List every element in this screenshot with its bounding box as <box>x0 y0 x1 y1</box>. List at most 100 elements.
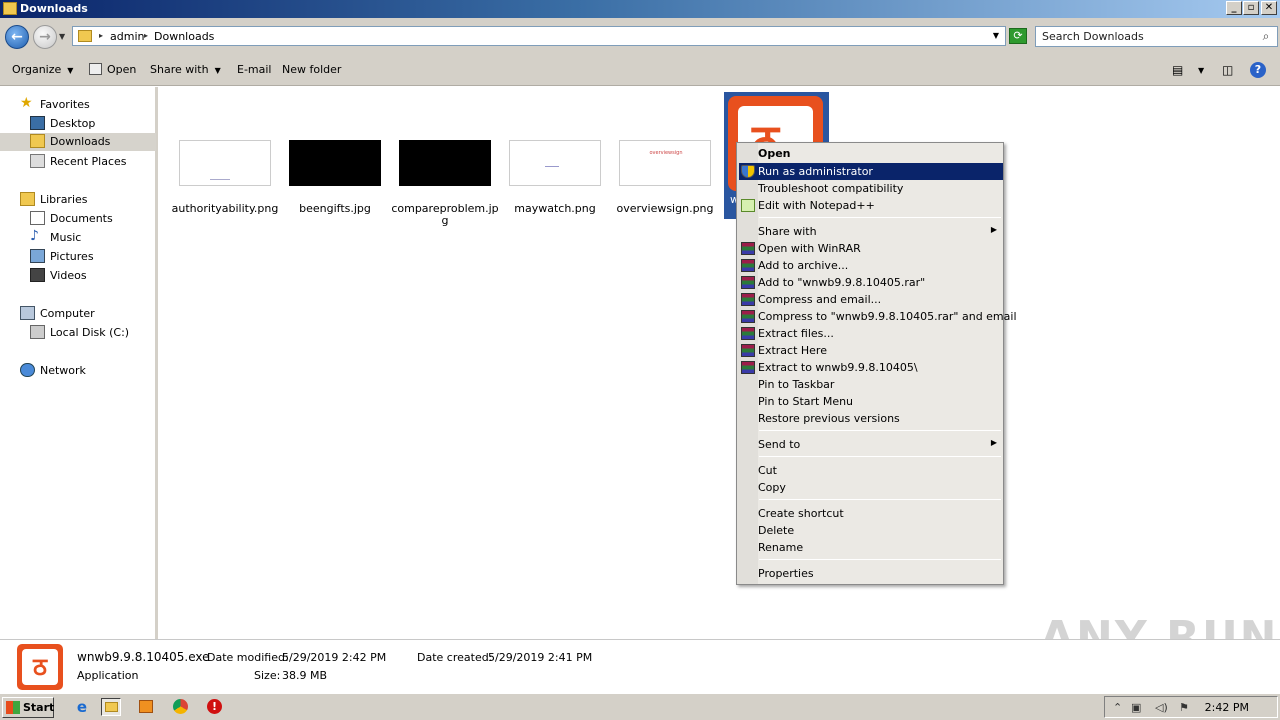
menu-label: Pin to Start Menu <box>758 395 854 408</box>
clock[interactable]: 2:42 PM <box>1205 701 1249 714</box>
menu-item-compress-rar-email[interactable]: Compress to "wnwb9.9.8.10405.rar" and em… <box>739 308 1017 325</box>
chevron-right-icon[interactable]: ▸ <box>144 31 148 40</box>
breadcrumb-admin[interactable]: admin <box>110 30 144 43</box>
details-type: Application <box>77 669 139 682</box>
search-icon[interactable]: ⌕ <box>1258 29 1274 44</box>
menu-item-properties[interactable]: Properties <box>739 565 1003 582</box>
network-tray-icon[interactable]: ▣ <box>1131 701 1141 714</box>
menu-item-restore-previous[interactable]: Restore previous versions <box>739 410 1003 427</box>
nav-documents[interactable]: Documents <box>30 210 156 228</box>
stop-icon[interactable]: ! <box>205 698 225 716</box>
menu-separator <box>759 430 1001 431</box>
explorer-icon[interactable] <box>101 698 121 716</box>
menu-item-pin-start[interactable]: Pin to Start Menu <box>739 393 1003 410</box>
help-icon[interactable]: ? <box>1250 62 1266 78</box>
menu-item-create-shortcut[interactable]: Create shortcut <box>739 505 1003 522</box>
preview-pane-icon[interactable]: ◫ <box>1222 63 1233 77</box>
menu-label: Open <box>758 147 791 160</box>
menu-item-troubleshoot[interactable]: Troubleshoot compatibility <box>739 180 1003 197</box>
nav-music[interactable]: ♪ Music <box>30 229 156 247</box>
file-name: compareproblem.jpg <box>391 202 499 227</box>
volume-icon[interactable]: ◁) <box>1155 701 1168 714</box>
chevron-down-icon[interactable]: ▼ <box>1198 66 1204 75</box>
menu-item-extract-here[interactable]: Extract Here <box>739 342 1003 359</box>
menu-item-add-to-rar[interactable]: Add to "wnwb9.9.8.10405.rar" <box>739 274 1003 291</box>
close-button[interactable]: ✕ <box>1261 1 1277 15</box>
refresh-icon[interactable]: ⟳ <box>1009 28 1027 44</box>
music-icon: ♪ <box>30 228 39 244</box>
menu-item-send-to[interactable]: Send to ▶ <box>739 436 1003 453</box>
chrome-icon[interactable] <box>171 698 191 716</box>
details-pane: ठ wnwb9.9.8.10405.exe Date modified: 5/2… <box>0 639 1280 693</box>
folder-icon <box>3 2 17 15</box>
restore-button[interactable]: ▫ <box>1243 1 1259 15</box>
menu-item-open-winrar[interactable]: Open with WinRAR <box>739 240 1003 257</box>
history-dropdown-icon[interactable]: ▼ <box>59 32 65 41</box>
search-input[interactable]: Search Downloads ⌕ <box>1035 26 1278 47</box>
videos-icon <box>30 268 45 282</box>
organize-button[interactable]: Organize ▼ <box>12 63 73 76</box>
address-bar[interactable]: ▸ admin ▸ Downloads ▼ <box>72 26 1006 46</box>
menu-label: Compress to "wnwb9.9.8.10405.rar" and em… <box>758 310 1017 323</box>
nav-favorites[interactable]: ★ Favorites <box>20 96 150 114</box>
nav-label: Network <box>40 364 86 377</box>
new-folder-button[interactable]: New folder <box>282 63 341 76</box>
menu-item-pin-taskbar[interactable]: Pin to Taskbar <box>739 376 1003 393</box>
menu-label: Add to "wnwb9.9.8.10405.rar" <box>758 276 926 289</box>
app-icon: ठ <box>17 644 63 690</box>
menu-item-share-with[interactable]: Share with ▶ <box>739 223 1003 240</box>
open-button[interactable]: Open <box>89 63 136 76</box>
ie-icon[interactable]: e <box>72 698 92 716</box>
menu-item-copy[interactable]: Copy <box>739 479 1003 496</box>
media-player-icon[interactable] <box>137 698 157 716</box>
menu-item-edit-notepadpp[interactable]: Edit with Notepad++ <box>739 197 1003 214</box>
menu-label: Send to <box>758 438 801 451</box>
winrar-icon <box>741 276 755 289</box>
view-options-icon[interactable]: ▤ <box>1172 63 1183 77</box>
show-hidden-icons-icon[interactable]: ⌃ <box>1113 701 1122 714</box>
size-label: Size: <box>254 669 281 682</box>
nav-label: Pictures <box>50 250 94 263</box>
menu-item-run-as-administrator[interactable]: Run as administrator <box>739 163 1003 180</box>
back-button[interactable]: ← <box>5 25 29 49</box>
nav-pictures[interactable]: Pictures <box>30 248 156 266</box>
menu-item-rename[interactable]: Rename <box>739 539 1003 556</box>
menu-item-open[interactable]: Open <box>739 145 1003 162</box>
menu-item-compress-email[interactable]: Compress and email... <box>739 291 1003 308</box>
submenu-arrow-icon: ▶ <box>990 225 997 234</box>
menu-label: Delete <box>758 524 795 537</box>
nav-local-disk[interactable]: Local Disk (C:) <box>30 324 156 342</box>
nav-libraries[interactable]: Libraries <box>20 191 150 209</box>
nav-label: Music <box>50 231 82 244</box>
menu-label: Copy <box>758 481 786 494</box>
breadcrumb-downloads[interactable]: Downloads <box>154 30 214 43</box>
nav-downloads[interactable]: Downloads <box>0 133 156 151</box>
star-icon: ★ <box>20 95 33 111</box>
nav-videos[interactable]: Videos <box>30 267 156 285</box>
winrar-icon <box>741 242 755 255</box>
chevron-down-icon[interactable]: ▼ <box>993 31 999 40</box>
menu-item-cut[interactable]: Cut <box>739 462 1003 479</box>
winrar-icon <box>741 310 755 323</box>
flag-icon[interactable]: ⚑ <box>1179 701 1189 714</box>
file-thumbnail: overviewsign <box>619 140 711 186</box>
share-with-label: Share with <box>150 63 209 76</box>
file-name: authorityability.png <box>171 202 279 215</box>
chevron-right-icon[interactable]: ▸ <box>99 31 103 40</box>
forward-button[interactable]: → <box>33 25 57 49</box>
minimize-button[interactable]: _ <box>1226 1 1242 15</box>
menu-separator <box>759 499 1001 500</box>
nav-recent-places[interactable]: Recent Places <box>30 153 156 171</box>
nav-desktop[interactable]: Desktop <box>30 115 156 133</box>
navigation-pane: ★ Favorites Desktop Downloads Recent Pla… <box>0 87 158 639</box>
menu-item-extract-to[interactable]: Extract to wnwb9.9.8.10405\ <box>739 359 1003 376</box>
nav-computer[interactable]: Computer <box>20 305 150 323</box>
nav-network[interactable]: Network <box>20 362 150 380</box>
start-button[interactable]: Start <box>2 697 54 718</box>
menu-item-extract-files[interactable]: Extract files... <box>739 325 1003 342</box>
menu-item-add-archive[interactable]: Add to archive... <box>739 257 1003 274</box>
menu-item-delete[interactable]: Delete <box>739 522 1003 539</box>
share-with-button[interactable]: Share with ▼ <box>150 63 221 76</box>
taskbar: Start e ! ⌃ ▣ ◁) ⚑ 2:42 PM <box>0 693 1280 720</box>
email-button[interactable]: E-mail <box>237 63 272 76</box>
